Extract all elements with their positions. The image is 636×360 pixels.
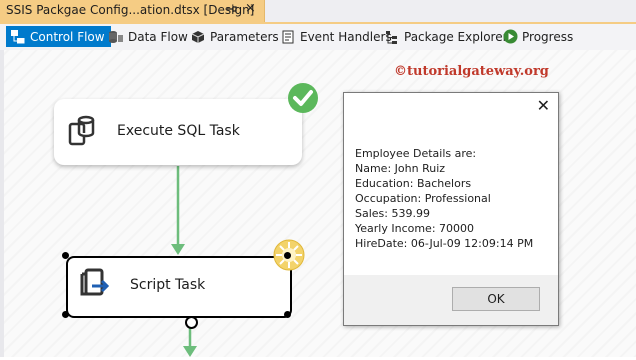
close-icon[interactable]: ✕ <box>537 96 550 115</box>
tab-label: Parameters <box>210 29 279 44</box>
data-flow-icon <box>108 29 124 45</box>
tab-label: Package Explorer <box>404 29 508 44</box>
progress-icon <box>502 29 518 45</box>
close-icon[interactable]: × <box>245 1 256 16</box>
ok-button[interactable]: OK <box>452 287 540 311</box>
message-line: Sales: 539.99 <box>355 207 430 220</box>
message-box-dialog: ✕ Employee Details are: Name: John Ruiz … <box>343 92 559 326</box>
script-task-label: Script Task <box>130 277 206 293</box>
script-task-icon <box>78 266 114 306</box>
message-line: HireDate: 06-Jul-09 12:09:14 PM <box>355 237 534 250</box>
message-text: Employee Details are: Name: John Ruiz Ed… <box>355 146 533 251</box>
message-line: Employee Details are: <box>355 147 477 160</box>
tab-progress[interactable]: Progress <box>498 26 573 47</box>
canvas-left-edge <box>0 50 4 357</box>
success-check-icon <box>287 82 319 118</box>
watermark: ©tutorialgateway.org <box>394 64 549 79</box>
connector-handle[interactable] <box>185 316 198 329</box>
selection-handle[interactable] <box>62 311 69 318</box>
selection-handle[interactable] <box>62 252 69 259</box>
document-tab-title: SSIS Packgae Config...ation.dtsx [Design… <box>6 3 255 17</box>
message-line: Name: John Ruiz <box>355 162 446 175</box>
tab-control-flow[interactable]: Control Flow <box>6 26 111 47</box>
selection-handle[interactable] <box>284 252 291 259</box>
selection-handle[interactable] <box>284 311 291 318</box>
arrow-head <box>171 244 185 255</box>
execute-sql-task-label: Execute SQL Task <box>117 123 240 139</box>
tab-label: Control Flow <box>30 29 105 44</box>
tab-label: Event Handlers <box>300 29 392 44</box>
tab-label: Data Flow <box>128 29 188 44</box>
event-handlers-icon <box>280 29 296 45</box>
control-flow-icon <box>10 29 26 45</box>
script-task[interactable]: Script Task <box>66 256 292 318</box>
tab-parameters[interactable]: Parameters <box>186 26 279 47</box>
message-line: Occupation: Professional <box>355 192 491 205</box>
arrow-head <box>183 346 197 357</box>
tab-package-explorer[interactable]: Package Explorer <box>380 26 508 47</box>
package-explorer-icon <box>384 29 400 45</box>
designer-tab-bar: Control Flow Data Flow Parameters Event … <box>0 24 636 51</box>
message-line: Yearly Income: 70000 <box>355 222 475 235</box>
message-line: Education: Bachelors <box>355 177 472 190</box>
tab-label: Progress <box>522 29 574 44</box>
tab-event-handlers[interactable]: Event Handlers <box>276 26 392 47</box>
pin-icon[interactable] <box>226 3 238 18</box>
document-tab[interactable]: SSIS Packgae Config...ation.dtsx [Design… <box>0 0 265 22</box>
execute-sql-task-icon <box>62 113 98 153</box>
tab-data-flow[interactable]: Data Flow <box>104 26 188 47</box>
execute-sql-task[interactable]: Execute SQL Task <box>54 99 302 165</box>
parameters-icon <box>190 29 206 45</box>
